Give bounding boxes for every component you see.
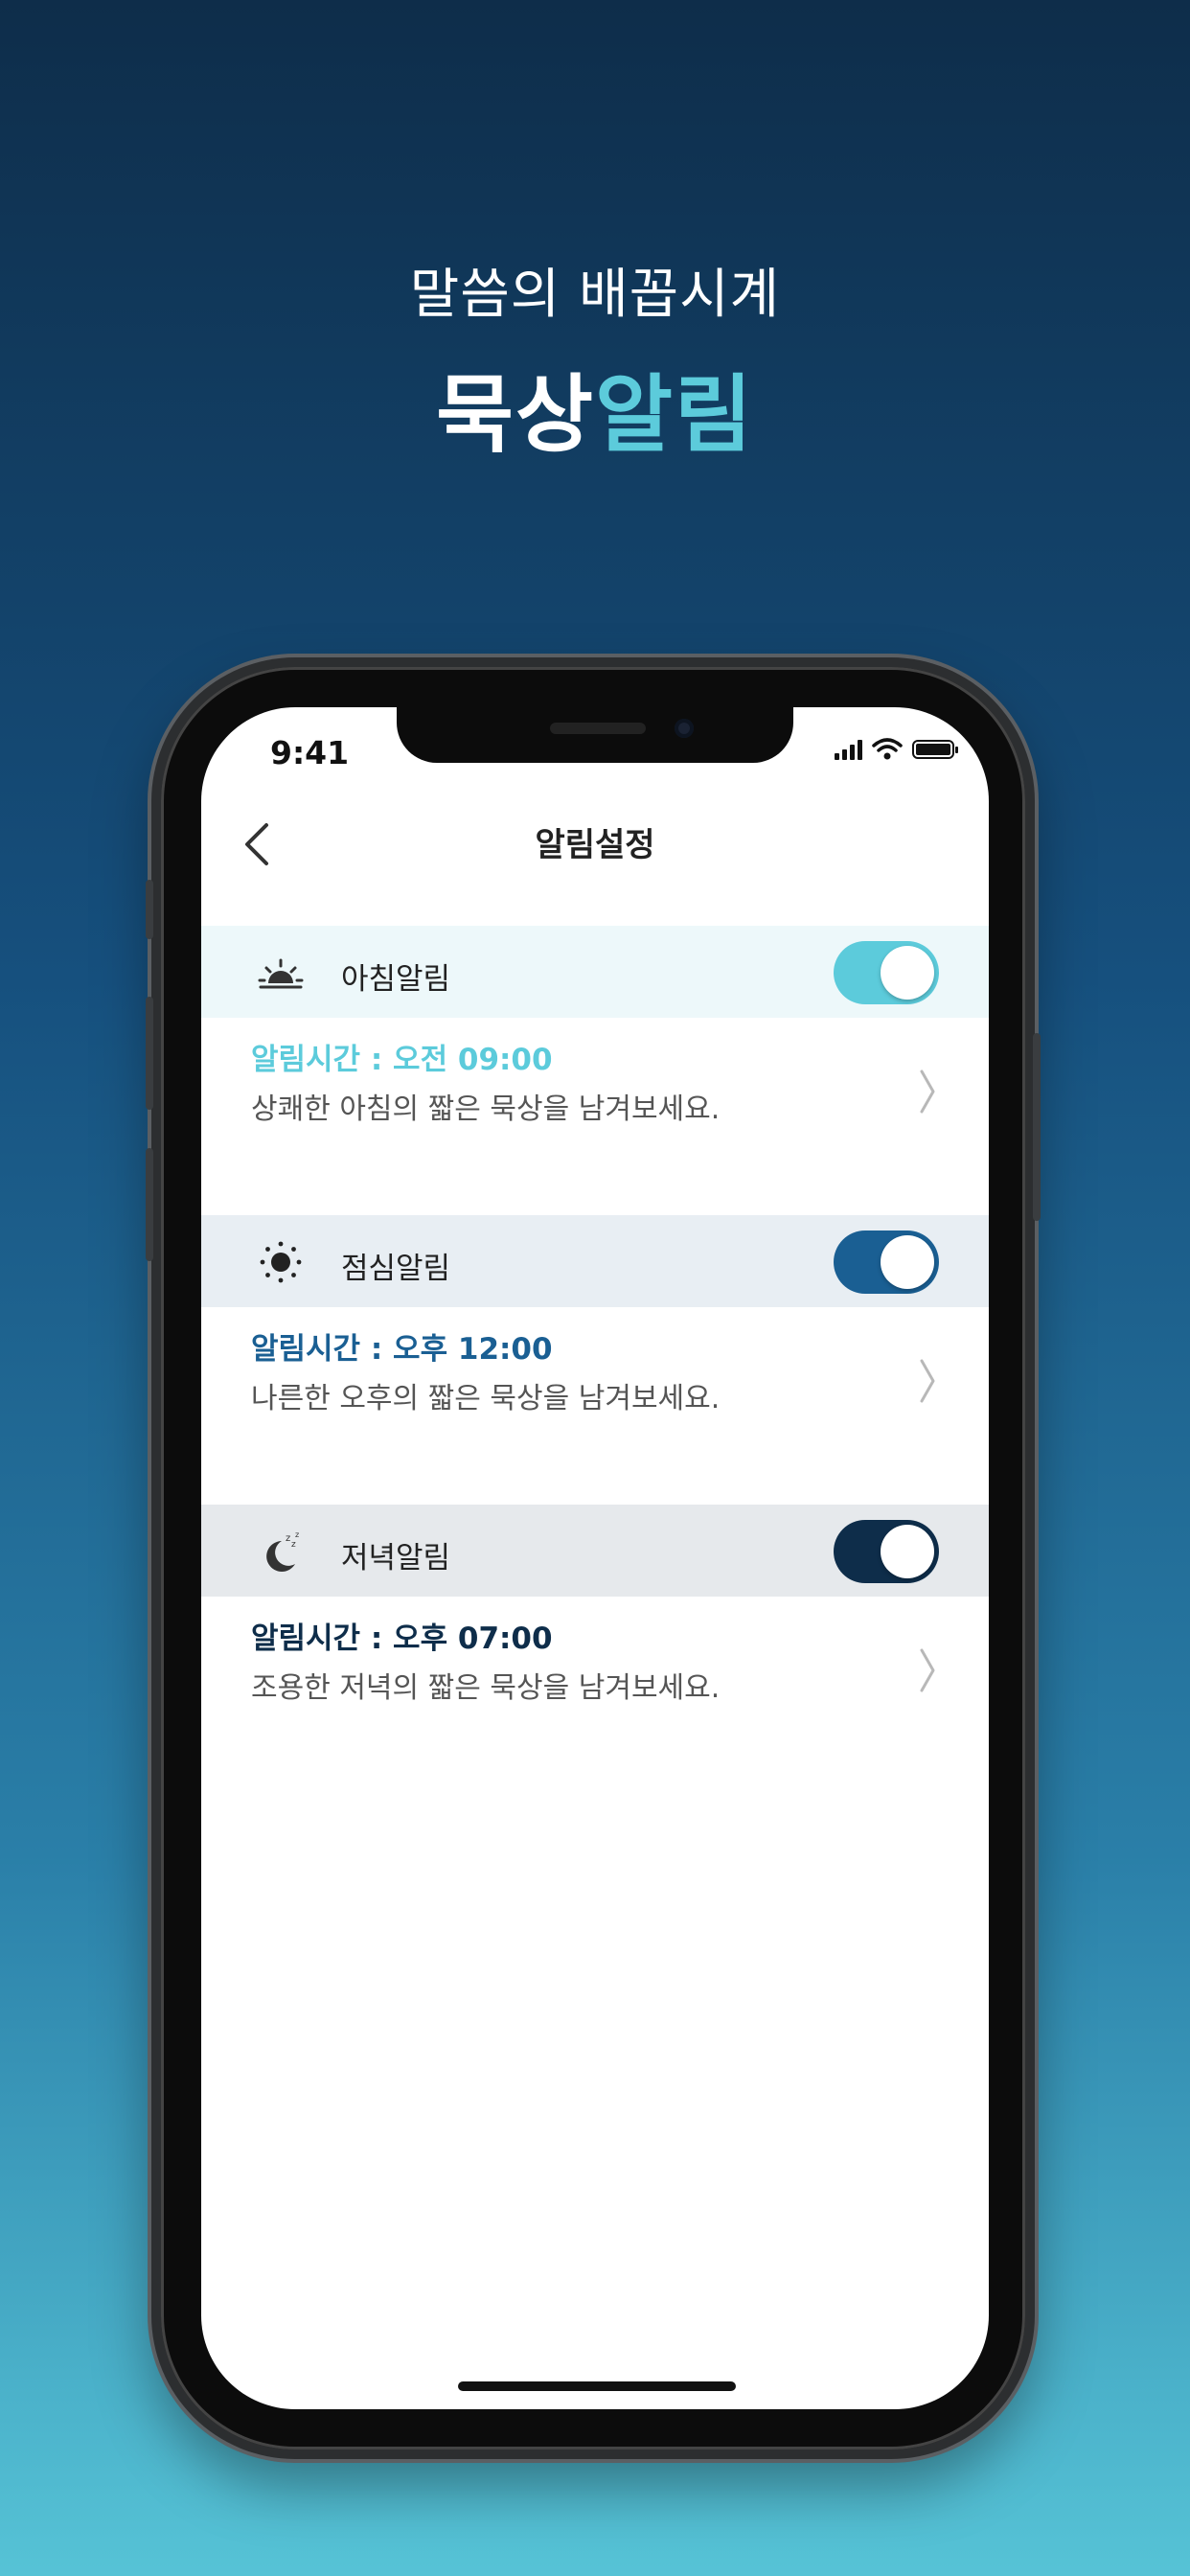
moon-sleep-icon: z z z [266,1530,299,1572]
chevron-right-icon [920,1648,935,1692]
home-indicator[interactable] [458,2381,736,2391]
svg-text:z: z [295,1530,299,1539]
battery-icon [912,740,958,759]
chevron-right-icon [920,1070,935,1114]
alarm-detail-morning[interactable]: 알림시간 : 오전 09:00 상쾌한 아침의 짧은 묵상을 남겨보세요. [201,1018,989,1162]
svg-text:z: z [286,1533,290,1544]
wifi-icon [872,738,903,760]
promo-title-part1: 묵상 [436,365,595,464]
phone-screen: 9:41 알림설정 아침알림 알림시간: 오전 09:00 상쾌한 아침의 짧… [201,707,989,2409]
status-time: 9:41 [270,734,350,771]
toggle-evening[interactable] [834,1520,939,1583]
toggle-knob [881,946,934,1000]
sun-icon [260,1241,302,1283]
alarm-header-morning: 아침알림 [201,926,989,1018]
notch [397,707,793,763]
toggle-knob [881,1235,934,1289]
alarm-name-evening: 저녁알림 [341,1541,451,1576]
alarm-detail-lunch[interactable]: 알림시간 : 오후 12:00 나른한 오후의 짧은 묵상을 남겨보세요. [201,1307,989,1451]
toggle-morning[interactable] [834,941,939,1004]
alarm-header-evening: z z z 저녁알림 [201,1505,989,1597]
alarm-description-evening: 조용한 저녁의 짧은 묵상을 남겨보세요. [251,1671,721,1705]
alarm-description-lunch: 나른한 오후의 짧은 묵상을 남겨보세요. [251,1382,721,1415]
toggle-lunch[interactable] [834,1230,939,1294]
alarm-time-evening: 알림시간 : 오후 07:00 [251,1622,553,1656]
volume-down-button [146,1148,153,1261]
alarm-time-morning: 알림시간 : 오전 09:00 [251,1043,553,1077]
alarm-detail-evening[interactable]: 알림시간 : 오후 07:00 조용한 저녁의 짧은 묵상을 남겨보세요. [201,1597,989,1740]
status-icons [835,738,958,761]
svg-text:z: z [291,1540,296,1550]
volume-up-button [146,997,153,1110]
mute-switch [146,880,153,939]
alarm-header-lunch: 점심알림 [201,1215,989,1307]
page-title: 알림설정 [535,826,655,864]
speaker [550,723,646,734]
alarm-time-lunch: 알림시간 : 오후 12:00 [251,1332,553,1367]
toggle-knob [881,1525,934,1578]
alarm-description-morning: 상쾌한 아침의 짧은 묵상을 남겨보세요. [251,1092,721,1126]
promo-subtitle: 말씀의 배꼽시계 [409,264,781,326]
alarm-name-morning: 아침알림 [341,962,451,997]
chevron-right-icon [920,1359,935,1403]
front-camera [675,719,694,738]
cellular-signal-icon [835,739,862,760]
alarm-name-lunch: 점심알림 [341,1252,451,1286]
promo-title-part2: 알림 [595,365,754,464]
sunrise-icon [258,958,304,989]
power-button [1033,1033,1041,1221]
promo-title: 묵상알림 [0,347,1190,469]
